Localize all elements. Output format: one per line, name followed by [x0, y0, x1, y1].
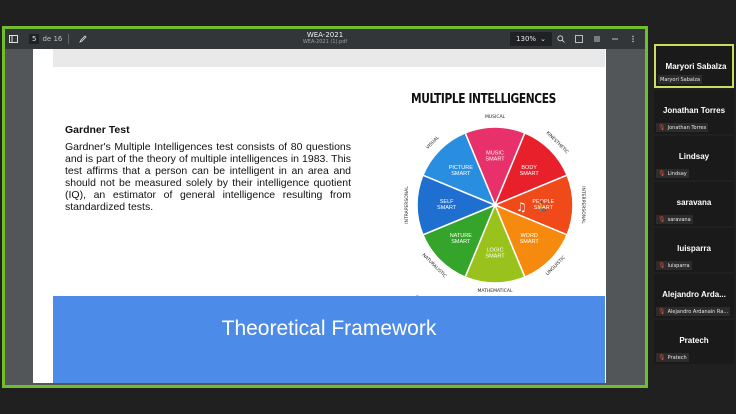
section-banner: Theoretical Framework	[53, 296, 605, 383]
muted-mic-icon: 🎙	[658, 216, 666, 223]
running-person-icon: 🏃	[534, 201, 549, 215]
participant-tile[interactable]: Lindsay 🎙 Lindsay	[654, 136, 734, 180]
zoom-value: 130%	[516, 35, 537, 43]
wheel-outer-label: MUSICAL	[485, 114, 506, 120]
participant-name: Alejandro Arda...	[662, 290, 726, 299]
participant-tile[interactable]: Maryori Sabalza Maryori Sabalza	[654, 44, 734, 88]
search-icon[interactable]	[553, 31, 569, 47]
section-title: Theoretical Framework	[221, 317, 437, 340]
participant-label: 🎙 luisparra	[656, 261, 692, 270]
muted-mic-icon: 🎙	[658, 354, 666, 361]
participant-label: 🎙 Jonathan Torres	[656, 123, 709, 132]
participant-label-text: luisparra	[667, 262, 690, 269]
participant-name: saravana	[676, 198, 712, 207]
participant-label: Maryori Sabalza	[658, 75, 703, 84]
participant-label-text: saravana	[667, 216, 691, 223]
more-options-icon[interactable]	[625, 31, 641, 47]
fit-page-icon[interactable]	[571, 31, 587, 47]
participant-name: Jonathan Torres	[662, 106, 726, 115]
participant-name: Pratech	[679, 336, 709, 345]
wheel-outer-label: MATHEMATICAL	[477, 288, 512, 294]
list-icon[interactable]	[589, 31, 605, 47]
participant-tile[interactable]: Alejandro Arda... 🎙 Alejandro Ardanain Ra.…	[654, 274, 734, 318]
participant-label: 🎙 Alejandro Ardanain Ra...	[656, 307, 731, 316]
wheel-outer-label: INTRAPERSONAL	[404, 186, 410, 224]
wheel-outer-label: INTERPERSONAL	[580, 186, 586, 224]
wheel-outer-label: VISUAL	[425, 135, 441, 151]
participant-tile[interactable]: luisparra 🎙 luisparra	[654, 228, 734, 272]
muted-mic-icon: 🎙	[658, 170, 666, 177]
right-toolbar	[553, 31, 641, 47]
participant-label: 🎙 Pratech	[656, 353, 689, 362]
minimize-icon[interactable]	[607, 31, 623, 47]
wheel-segment-label: PICTURE SMART	[449, 165, 473, 177]
participant-name: luisparra	[677, 244, 711, 253]
page-total: de 16	[42, 35, 63, 43]
participant-tile[interactable]: saravana 🎙 saravana	[654, 182, 734, 226]
page-number-input[interactable]: 5	[29, 34, 40, 44]
music-note-icon: ♫	[516, 200, 527, 214]
participant-label: 🎙 Lindsay	[656, 169, 689, 178]
zoom-select[interactable]: 130% ⌄	[510, 32, 552, 46]
wheel-segment-label: MUSIC SMART	[485, 151, 505, 163]
muted-mic-icon: 🎙	[658, 308, 666, 315]
shared-screen: 5 de 16 WEA-2021 WEA-2021 (1).pdf 130% ⌄	[2, 26, 648, 388]
participant-label-text: Lindsay	[667, 170, 687, 177]
participants-panel: Maryori Sabalza Maryori Sabalza Jonathan T…	[654, 44, 736, 414]
wheel-segment-label: LOGIC SMART	[485, 247, 505, 259]
pdf-viewer[interactable]: Gardner Test Gardner's Multiple Intellig…	[5, 49, 645, 385]
pdf-page: Gardner Test Gardner's Multiple Intellig…	[33, 49, 606, 383]
multiple-intelligences-wheel: MUSICALKINESTHETICINTERPERSONALLINGUISTI…	[404, 114, 586, 294]
wheel-segment-label: BODY SMART	[520, 165, 540, 177]
slide-heading: Gardner Test	[65, 124, 130, 136]
wheel-segment-label: NATURE SMART	[450, 233, 473, 245]
figure-title: MULTIPLE INTELLIGENCES	[411, 92, 556, 107]
toolbar-divider	[68, 34, 70, 44]
meeting-window: 5 de 16 WEA-2021 WEA-2021 (1).pdf 130% ⌄	[0, 0, 736, 414]
participant-label-text: Maryori Sabalza	[660, 76, 701, 83]
previous-slide-edge	[53, 49, 605, 67]
participant-tile[interactable]: Jonathan Torres 🎙 Jonathan Torres	[654, 90, 734, 134]
participant-name: Maryori Sabalza	[665, 62, 727, 71]
pdf-toolbar: 5 de 16 WEA-2021 WEA-2021 (1).pdf 130% ⌄	[5, 29, 645, 49]
annotate-pen-icon[interactable]	[75, 31, 91, 47]
participant-name: Lindsay	[678, 152, 710, 161]
wheel-segment-label: WORD SMART	[520, 233, 540, 245]
participant-label-text: Alejandro Ardanain Ra...	[667, 308, 729, 315]
sidebar-toggle-icon[interactable]	[5, 31, 21, 47]
muted-mic-icon: 🎙	[658, 262, 666, 269]
slide-body-text: Gardner's Multiple Intelligences test co…	[65, 141, 351, 213]
page-indicator: 5 de 16	[29, 34, 62, 44]
participant-tile[interactable]: Pratech 🎙 Pratech	[654, 320, 734, 364]
participant-label: 🎙 saravana	[656, 215, 693, 224]
muted-mic-icon: 🎙	[658, 124, 666, 131]
participant-label-text: Pratech	[667, 354, 687, 361]
chevron-down-icon: ⌄	[540, 35, 546, 43]
participant-label-text: Jonathan Torres	[667, 124, 707, 131]
